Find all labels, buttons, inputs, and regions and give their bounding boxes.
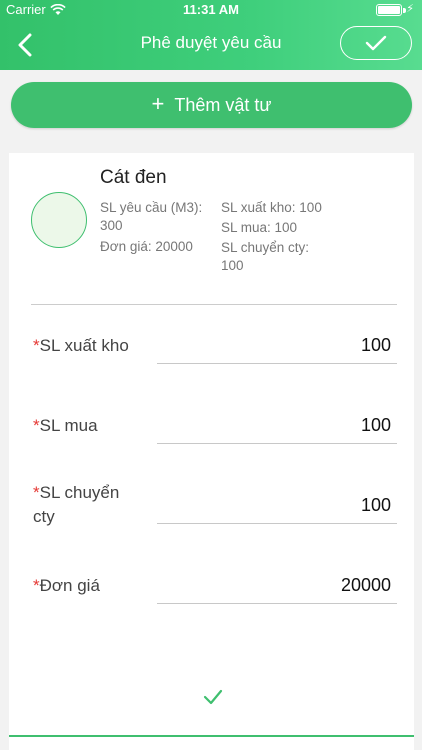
check-icon — [365, 35, 387, 51]
transfer-qty-label: SL chuyển cty: — [221, 240, 310, 255]
field-purchase: *SL mua — [9, 408, 414, 488]
item-avatar — [31, 192, 87, 248]
item-name: Cát đen — [100, 167, 167, 188]
requested-qty-label: SL yêu cầu (M3): — [100, 200, 203, 215]
charging-icon: ⚡ — [406, 3, 414, 15]
divider — [31, 304, 397, 305]
clock: 11:31 AM — [183, 2, 239, 17]
add-material-label: Thêm vật tư — [174, 94, 272, 115]
bottom-confirm-button[interactable] — [201, 685, 225, 709]
unit-price-info: Đơn giá: 20000 — [100, 239, 193, 254]
export-qty-info: SL xuất kho: 100 — [221, 200, 322, 215]
purchase-input[interactable] — [157, 408, 397, 444]
material-card: Cát đen SL yêu cầu (M3): 300 Đơn giá: 20… — [9, 153, 414, 750]
status-bar: Carrier 11:31 AM ⚡ — [0, 0, 422, 20]
bottom-accent-line — [9, 735, 414, 737]
requested-qty-value: 300 — [100, 218, 123, 233]
transfer-qty-value: 100 — [221, 258, 244, 273]
field-label-unit-price: *Đơn giá — [33, 576, 100, 595]
requested-qty: SL yêu cầu (M3): 300 — [100, 199, 220, 235]
check-icon — [203, 689, 223, 705]
app-header: Carrier 11:31 AM ⚡ Phê duyệt yêu cầu — [0, 0, 422, 70]
field-label-purchase: *SL mua — [33, 416, 98, 435]
transfer-input[interactable] — [157, 488, 397, 524]
unit-price-input[interactable] — [157, 568, 397, 604]
field-transfer: *SL chuyển cty — [9, 481, 414, 561]
confirm-button[interactable] — [340, 26, 412, 60]
plus-icon: + — [151, 90, 165, 116]
battery-icon — [376, 4, 406, 16]
field-label-transfer: *SL chuyển cty — [33, 483, 120, 526]
add-material-button[interactable]: + Thêm vật tư — [11, 82, 412, 128]
field-unit-price: *Đơn giá — [9, 568, 414, 648]
field-export-stock: *SL xuất kho — [9, 328, 414, 408]
purchase-qty-info: SL mua: 100 — [221, 220, 298, 235]
transfer-qty-info: SL chuyển cty: 100 — [221, 239, 351, 275]
field-label-export-stock: *SL xuất kho — [33, 336, 129, 355]
item-quantities: SL xuất kho: 100 SL mua: 100 SL chuyển c… — [221, 199, 351, 277]
export-stock-input[interactable] — [157, 328, 397, 364]
